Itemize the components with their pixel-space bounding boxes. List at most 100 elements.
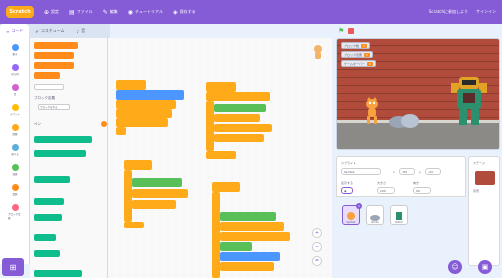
sprite-name-input[interactable]: Sprite1	[341, 168, 381, 175]
control-block[interactable]	[214, 124, 272, 132]
control-block[interactable]	[214, 114, 260, 122]
category-motion[interactable]: 動き	[8, 44, 22, 56]
robot-sprite-icon[interactable]	[449, 77, 489, 129]
delete-sprite-icon[interactable]: ×	[356, 203, 362, 209]
monitor-value: 0	[366, 61, 373, 66]
tab-code[interactable]: ≡ コード	[0, 24, 30, 38]
control-c-block[interactable]	[212, 192, 220, 278]
menu-share[interactable]: ◈ 保存する	[173, 9, 196, 16]
control-block-end[interactable]	[124, 222, 144, 228]
scratch-logo[interactable]: Scratch	[6, 6, 34, 18]
stage-header: ⚑	[334, 24, 502, 38]
control-block[interactable]	[116, 118, 168, 127]
add-sprite-button[interactable]: ☺	[448, 260, 462, 274]
script-hat-block[interactable]	[212, 182, 240, 192]
control-c-block[interactable]	[124, 170, 132, 222]
category-variables[interactable]: 変数	[8, 184, 22, 196]
tab-sounds[interactable]: ♪ 音	[71, 24, 92, 38]
palette-pen-block[interactable]	[34, 136, 92, 143]
size-input[interactable]: 100	[377, 187, 395, 194]
palette-section-my-blocks: ブロック定義	[34, 96, 55, 100]
category-events[interactable]: イベント	[8, 104, 22, 116]
stage-thumbnail[interactable]	[475, 171, 495, 185]
control-block-end[interactable]	[206, 151, 236, 159]
sprite-thumb-robot[interactable]: Robot	[390, 205, 408, 225]
control-block[interactable]	[132, 200, 176, 209]
palette-pen-block[interactable]	[34, 150, 86, 157]
code-area[interactable]: + − =	[108, 38, 332, 278]
category-sound[interactable]: 音	[8, 84, 22, 96]
operator-block[interactable]	[132, 178, 182, 187]
motion-block[interactable]	[116, 90, 184, 100]
menu-tutorials[interactable]: ◉ チュートリアル	[128, 9, 163, 16]
category-control[interactable]: 制御	[8, 124, 22, 136]
category-operators[interactable]: 演算	[8, 164, 22, 176]
control-block[interactable]	[214, 134, 264, 142]
control-block-end[interactable]	[116, 127, 126, 135]
control-block[interactable]	[206, 92, 270, 101]
zoom-reset-button[interactable]: =	[312, 256, 322, 266]
palette-pen-block[interactable]	[34, 214, 62, 221]
control-block[interactable]	[220, 232, 290, 241]
palette-variable-block[interactable]	[34, 62, 74, 69]
add-backdrop-button[interactable]: ▣	[478, 260, 492, 274]
menu-language[interactable]: ⊕ 設定	[44, 9, 59, 16]
sprite-thumb-label: Robot	[395, 221, 403, 224]
palette-variable-block[interactable]	[34, 72, 60, 79]
control-block[interactable]	[116, 100, 176, 109]
green-flag-icon[interactable]: ⚑	[338, 27, 344, 35]
stage-target-panel[interactable]: ステージ 背景	[468, 156, 500, 266]
palette-make-list-button[interactable]	[34, 84, 64, 90]
motion-block[interactable]	[220, 252, 280, 261]
rocks-sprite-icon[interactable]	[389, 111, 419, 129]
menu-file[interactable]: ▤ ファイル	[69, 9, 93, 16]
y-input[interactable]: -23	[425, 168, 441, 175]
category-my-blocks[interactable]: ブロック定義	[8, 204, 22, 220]
cat-add-icon: ☺	[451, 263, 459, 271]
sprite-thumb-label: Sprite1	[346, 221, 356, 224]
script-hat-block[interactable]	[116, 80, 146, 90]
control-block[interactable]	[220, 262, 274, 271]
category-sensing[interactable]: 調べる	[8, 144, 22, 156]
share-icon: ◈	[172, 8, 178, 16]
palette-variable-block[interactable]	[34, 52, 74, 59]
sprite-thumb-sprite1[interactable]: × Sprite1	[342, 203, 362, 225]
script-hat-block[interactable]	[124, 160, 152, 170]
add-extension-button[interactable]: ⊞	[2, 258, 24, 276]
palette-pen-block[interactable]	[34, 270, 82, 277]
rocks-thumb-icon	[370, 215, 380, 221]
sign-in-link[interactable]: サインイン	[476, 9, 496, 15]
script-hat-block[interactable]	[206, 82, 236, 92]
control-block[interactable]	[220, 222, 284, 231]
palette-pen-block[interactable]	[34, 176, 70, 183]
category-dot-icon	[11, 44, 19, 51]
tab-costumes[interactable]: ✐ コスチューム	[29, 24, 70, 38]
operator-block[interactable]	[220, 242, 252, 251]
x-input[interactable]: -84	[399, 168, 415, 175]
join-scratch-link[interactable]: Scratchに参加しよう	[429, 9, 468, 15]
operator-block[interactable]	[220, 212, 276, 221]
menu-edit[interactable]: ✎ 編集	[103, 9, 118, 16]
variable-monitor: ゲームオーバー 0	[341, 60, 376, 67]
category-looks[interactable]: 見た目	[8, 64, 22, 76]
palette-pen-block[interactable]	[34, 250, 60, 257]
direction-value: 90	[416, 188, 420, 193]
control-c-block[interactable]	[206, 101, 214, 151]
palette-pen-block[interactable]	[34, 198, 64, 205]
operator-block[interactable]	[214, 104, 266, 112]
sprite-thumb-rocks[interactable]: Rocks	[366, 205, 384, 225]
zoom-in-button[interactable]: +	[312, 228, 322, 238]
control-block[interactable]	[132, 189, 188, 198]
palette-pen-block[interactable]	[34, 234, 56, 241]
palette-variable-block[interactable]	[34, 42, 78, 49]
zoom-out-button[interactable]: −	[312, 242, 322, 252]
zoom-in-icon: +	[314, 230, 320, 236]
show-toggle[interactable]: ◉	[341, 187, 353, 194]
stop-icon[interactable]	[348, 28, 355, 34]
y-value: -23	[428, 169, 433, 174]
make-block-button[interactable]: ブロックを作る	[38, 104, 70, 110]
stage[interactable]: ブロック数 0 ブロック定義 0 ゲームオーバー 0	[336, 38, 500, 150]
direction-input[interactable]: 90	[413, 187, 431, 194]
cat-sprite-icon[interactable]	[363, 97, 381, 127]
control-block[interactable]	[116, 109, 172, 118]
